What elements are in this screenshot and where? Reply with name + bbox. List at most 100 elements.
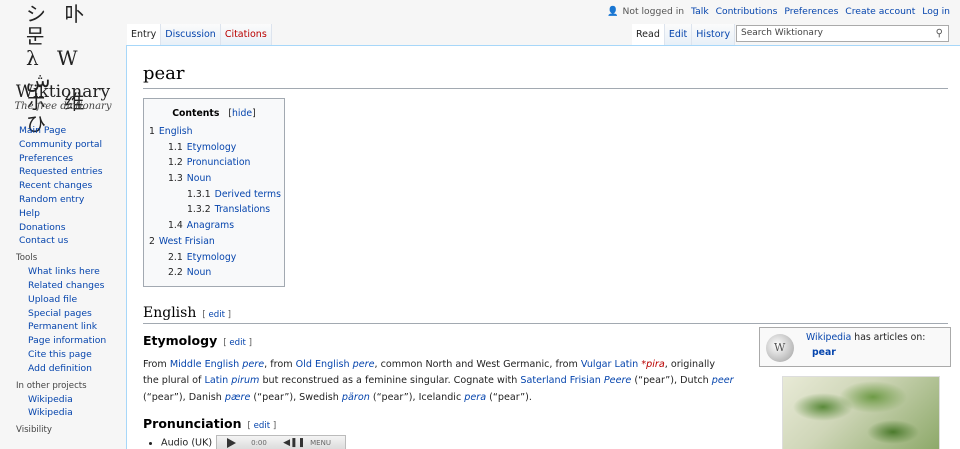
sidebar-item-requested-entries[interactable]: Requested entries <box>0 165 126 179</box>
toc-link[interactable]: Translations <box>215 204 271 215</box>
link[interactable]: Recent changes <box>19 180 92 191</box>
link[interactable]: What links here <box>28 266 100 277</box>
toc-item[interactable]: 1.3 Noun <box>144 171 284 187</box>
term-link[interactable]: Peere <box>604 375 631 386</box>
link[interactable]: Add definition <box>28 363 92 374</box>
tab-citations[interactable]: Citations <box>220 24 272 45</box>
contributions-link[interactable]: Contributions <box>716 6 778 17</box>
link[interactable]: Permanent link <box>28 321 97 332</box>
toc-link[interactable]: Noun <box>187 267 211 278</box>
tab-edit[interactable]: Edit <box>664 24 693 45</box>
toc-item[interactable]: 1 English <box>144 124 284 140</box>
tab-label[interactable]: Citations <box>225 29 267 40</box>
toc-link[interactable]: Anagrams <box>187 220 234 231</box>
link[interactable]: Saterland Frisian <box>520 375 600 386</box>
toc-hide-link[interactable]: hide <box>232 108 252 119</box>
sidebar-item-page-information[interactable]: Page information <box>0 334 126 348</box>
toc-toggle[interactable]: [hide] <box>228 108 255 119</box>
sidebar-item-preferences[interactable]: Preferences <box>0 152 126 166</box>
sidebar-item-cite-this-page[interactable]: Cite this page <box>0 348 126 362</box>
link[interactable]: Page information <box>28 335 106 346</box>
toc-item[interactable]: 2.1 Etymology <box>144 250 284 266</box>
toc-item[interactable]: 1.2 Pronunciation <box>144 155 284 171</box>
search-input[interactable]: Search Wiktionary ⚲ <box>736 25 949 42</box>
toc-link[interactable]: English <box>159 126 193 137</box>
toc-link[interactable]: West Frisian <box>159 236 215 247</box>
link[interactable]: Donations <box>19 222 66 233</box>
play-icon[interactable] <box>227 438 237 448</box>
link[interactable]: Related changes <box>28 280 104 291</box>
toc-item[interactable]: 2 West Frisian <box>144 234 284 250</box>
sidebar-item-add-definition[interactable]: Add definition <box>0 362 126 376</box>
link[interactable]: Cite this page <box>28 349 92 360</box>
link[interactable]: Middle English <box>170 359 239 370</box>
link[interactable]: Wikipedia <box>28 394 73 405</box>
audio-menu-button[interactable]: MENU <box>310 439 331 447</box>
link[interactable]: Help <box>19 208 40 219</box>
sidebar-item-permanent-link[interactable]: Permanent link <box>0 320 126 334</box>
sidebar-item-donations[interactable]: Donations <box>0 221 126 235</box>
term-link[interactable]: pære <box>225 392 250 403</box>
link[interactable]: Old English <box>296 359 350 370</box>
link[interactable]: Wikipedia <box>28 407 73 418</box>
term-link[interactable]: *pira <box>641 359 664 370</box>
link[interactable]: Contact us <box>19 235 68 246</box>
sidebar-item-wikipedia[interactable]: Wikipedia <box>0 406 126 420</box>
toc-link[interactable]: Etymology <box>187 252 236 263</box>
wikipedia-article-link[interactable]: pear <box>812 347 836 358</box>
link[interactable]: Random entry <box>19 194 84 205</box>
tab-read[interactable]: Read <box>632 24 665 45</box>
link[interactable]: Vulgar Latin <box>581 359 638 370</box>
term-link[interactable]: pirum <box>231 375 259 386</box>
preferences-link[interactable]: Preferences <box>784 6 838 17</box>
search-icon[interactable]: ⚲ <box>936 26 943 41</box>
tab-label[interactable]: Discussion <box>165 29 216 40</box>
create-account-link[interactable]: Create account <box>845 6 915 17</box>
volume-icon[interactable]: ◀❚❚ <box>283 438 305 448</box>
link[interactable]: Community portal <box>19 139 102 150</box>
sidebar-item-help[interactable]: Help <box>0 207 126 221</box>
sidebar-item-related-changes[interactable]: Related changes <box>0 279 126 293</box>
toc-link[interactable]: Noun <box>187 173 211 184</box>
toc-link[interactable]: Derived terms <box>215 189 281 200</box>
toc-item[interactable]: 1.3.1 Derived terms <box>144 187 284 203</box>
term-link[interactable]: pere <box>242 359 264 370</box>
sidebar-item-main-page[interactable]: Main Page <box>0 124 126 138</box>
toc-item[interactable]: 1.1 Etymology <box>144 140 284 156</box>
wiktionary-logo[interactable]: シ 卟 문 λ W ش ホ 维 ひ Wiktionary The free di… <box>0 0 126 135</box>
term-link[interactable]: pera <box>464 392 486 403</box>
sidebar-item-what-links-here[interactable]: What links here <box>0 265 126 279</box>
tab-history[interactable]: History <box>692 24 736 45</box>
toc-item[interactable]: 2.2 Noun <box>144 265 284 281</box>
term-link[interactable]: päron <box>342 392 370 403</box>
sidebar-item-upload-file[interactable]: Upload file <box>0 293 126 307</box>
link[interactable]: Requested entries <box>19 166 103 177</box>
link[interactable]: Upload file <box>28 294 77 305</box>
link[interactable]: Special pages <box>28 308 92 319</box>
link[interactable]: Preferences <box>19 153 73 164</box>
toc-item[interactable]: 1.4 Anagrams <box>144 218 284 234</box>
tab-discussion[interactable]: Discussion <box>161 24 221 45</box>
sidebar-item-community-portal[interactable]: Community portal <box>0 138 126 152</box>
toc-link[interactable]: Pronunciation <box>187 157 251 168</box>
link[interactable]: Latin <box>204 375 228 386</box>
term-link[interactable]: peer <box>712 375 734 386</box>
edit-link[interactable]: edit <box>208 310 225 320</box>
log-in-link[interactable]: Log in <box>922 6 950 17</box>
sidebar-item-wikipedia[interactable]: Wikipedia <box>0 393 126 407</box>
sidebar-item-special-pages[interactable]: Special pages <box>0 307 126 321</box>
link[interactable]: Main Page <box>19 125 66 136</box>
talk-link[interactable]: Talk <box>691 6 709 17</box>
sidebar-item-recent-changes[interactable]: Recent changes <box>0 179 126 193</box>
tab-label[interactable]: Edit <box>669 29 687 40</box>
other-projects-heading[interactable]: In other projects <box>0 379 126 393</box>
toc-link[interactable]: Etymology <box>187 142 236 153</box>
audio-player[interactable]: 0:00 ◀❚❚ MENU <box>216 435 347 449</box>
term-link[interactable]: pere <box>353 359 375 370</box>
edit-link[interactable]: edit <box>254 421 271 431</box>
sidebar-item-contact-us[interactable]: Contact us <box>0 234 126 248</box>
wikipedia-link[interactable]: Wikipedia <box>806 332 851 343</box>
toc-item[interactable]: 1.3.2 Translations <box>144 202 284 218</box>
sidebar-item-random-entry[interactable]: Random entry <box>0 193 126 207</box>
tab-entry[interactable]: Entry <box>127 24 162 45</box>
